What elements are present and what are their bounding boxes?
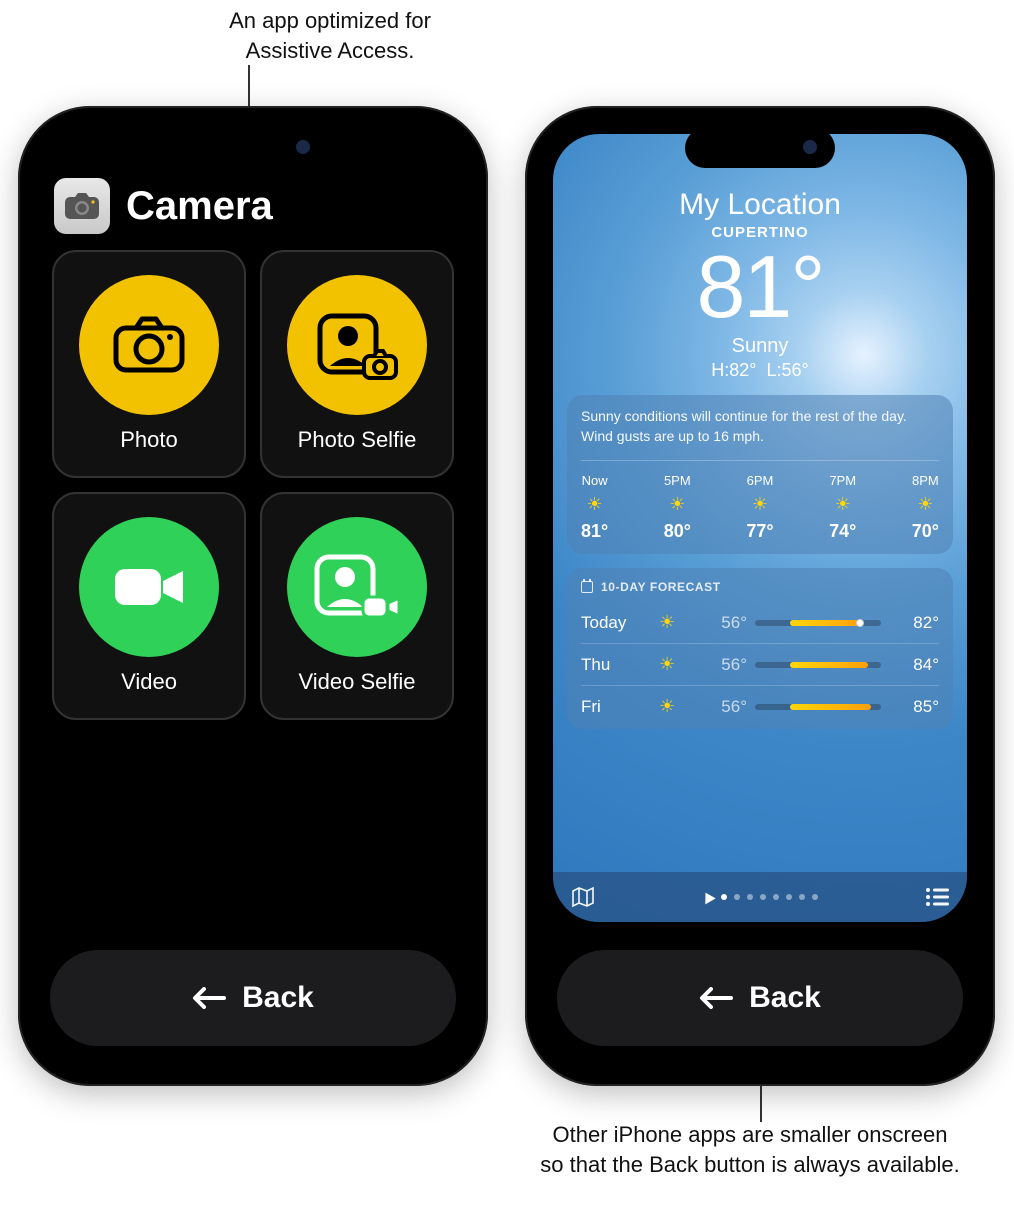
- callout-line-top: [248, 65, 250, 107]
- day-high: 84°: [889, 655, 939, 675]
- hour-temp: 77°: [746, 521, 773, 542]
- day-name: Fri: [581, 697, 651, 717]
- day-name: Thu: [581, 655, 651, 675]
- hour-time: 6PM: [747, 473, 774, 488]
- weather-hourly-card[interactable]: Sunny conditions will continue for the r…: [567, 395, 953, 554]
- sun-icon: ☀︎: [752, 494, 768, 515]
- dynamic-island: [685, 128, 835, 168]
- ten-day-title: 10-DAY FORECAST: [601, 580, 721, 594]
- camera-tile-video[interactable]: Video: [52, 492, 246, 720]
- map-icon[interactable]: [571, 886, 595, 908]
- temp-range-bar: [755, 620, 881, 626]
- video-icon: [79, 517, 219, 657]
- list-icon[interactable]: [925, 887, 949, 907]
- location-arrow-icon: [700, 890, 715, 905]
- hourly-item: Now ☀︎ 81°: [581, 473, 608, 542]
- callout-line-bottom: [760, 1086, 762, 1122]
- hour-temp: 70°: [912, 521, 939, 542]
- phone-left: Camera Photo: [18, 106, 488, 1086]
- camera-app-icon: [54, 178, 110, 234]
- tile-label: Photo Selfie: [298, 427, 417, 453]
- back-label: Back: [242, 981, 314, 1015]
- temp-range-bar: [755, 704, 881, 710]
- camera-tile-photo[interactable]: Photo: [52, 250, 246, 478]
- day-high: 85°: [889, 697, 939, 717]
- hourly-item: 8PM ☀︎ 70°: [912, 473, 939, 542]
- forecast-day-row: Today ☀︎ 56° 82°: [581, 602, 939, 643]
- calendar-icon: [581, 581, 593, 593]
- selfie-photo-icon: [287, 275, 427, 415]
- sun-icon: ☀︎: [917, 494, 933, 515]
- hour-temp: 74°: [829, 521, 856, 542]
- tile-label: Video Selfie: [298, 669, 415, 695]
- arrow-left-icon: [699, 987, 733, 1009]
- day-high: 82°: [889, 613, 939, 633]
- hour-time: Now: [582, 473, 608, 488]
- sun-icon: ☀︎: [587, 494, 603, 515]
- weather-ten-day-card[interactable]: 10-DAY FORECAST Today ☀︎ 56° 82° Thu ☀︎ 56° 84°…: [567, 568, 953, 729]
- callout-top: An app optimized for Assistive Access.: [200, 6, 460, 65]
- back-button[interactable]: Back: [557, 950, 963, 1046]
- sun-icon: ☀︎: [669, 494, 685, 515]
- hourly-item: 5PM ☀︎ 80°: [664, 473, 691, 542]
- hour-temp: 81°: [581, 521, 608, 542]
- forecast-day-row: Thu ☀︎ 56° 84°: [581, 643, 939, 685]
- camera-tile-video-selfie[interactable]: Video Selfie: [260, 492, 454, 720]
- page-dots[interactable]: [702, 892, 818, 902]
- weather-app-screen: My Location CUPERTINO 81° Sunny H:82° L:…: [539, 120, 981, 1072]
- weather-hi-lo: H:82° L:56°: [553, 360, 967, 381]
- weather-location-label: My Location: [553, 188, 967, 222]
- weather-condition: Sunny: [553, 335, 967, 358]
- callout-bottom: Other iPhone apps are smaller onscreen s…: [540, 1120, 960, 1179]
- dynamic-island: [178, 128, 328, 168]
- hour-time: 7PM: [829, 473, 856, 488]
- sun-icon: ☀︎: [659, 654, 689, 675]
- camera-icon: [79, 275, 219, 415]
- weather-toolbar: [553, 872, 967, 922]
- day-low: 56°: [697, 697, 747, 717]
- arrow-left-icon: [192, 987, 226, 1009]
- day-low: 56°: [697, 655, 747, 675]
- sun-icon: ☀︎: [659, 612, 689, 633]
- hour-temp: 80°: [664, 521, 691, 542]
- weather-summary: Sunny conditions will continue for the r…: [581, 407, 939, 446]
- hour-time: 5PM: [664, 473, 691, 488]
- weather-current-temp: 81°: [553, 243, 967, 331]
- camera-tile-photo-selfie[interactable]: Photo Selfie: [260, 250, 454, 478]
- day-low: 56°: [697, 613, 747, 633]
- temp-range-bar: [755, 662, 881, 668]
- sun-icon: ☀︎: [835, 494, 851, 515]
- sun-icon: ☀︎: [659, 696, 689, 717]
- back-label: Back: [749, 981, 821, 1015]
- tile-label: Video: [121, 669, 177, 695]
- selfie-video-icon: [287, 517, 427, 657]
- camera-app-screen: Camera Photo: [32, 120, 474, 1072]
- forecast-day-row: Fri ☀︎ 56° 85°: [581, 685, 939, 727]
- phone-right: My Location CUPERTINO 81° Sunny H:82° L:…: [525, 106, 995, 1086]
- hourly-item: 6PM ☀︎ 77°: [746, 473, 773, 542]
- hour-time: 8PM: [912, 473, 939, 488]
- tile-label: Photo: [120, 427, 178, 453]
- hourly-item: 7PM ☀︎ 74°: [829, 473, 856, 542]
- back-button[interactable]: Back: [50, 950, 456, 1046]
- day-name: Today: [581, 613, 651, 633]
- camera-title: Camera: [126, 184, 273, 229]
